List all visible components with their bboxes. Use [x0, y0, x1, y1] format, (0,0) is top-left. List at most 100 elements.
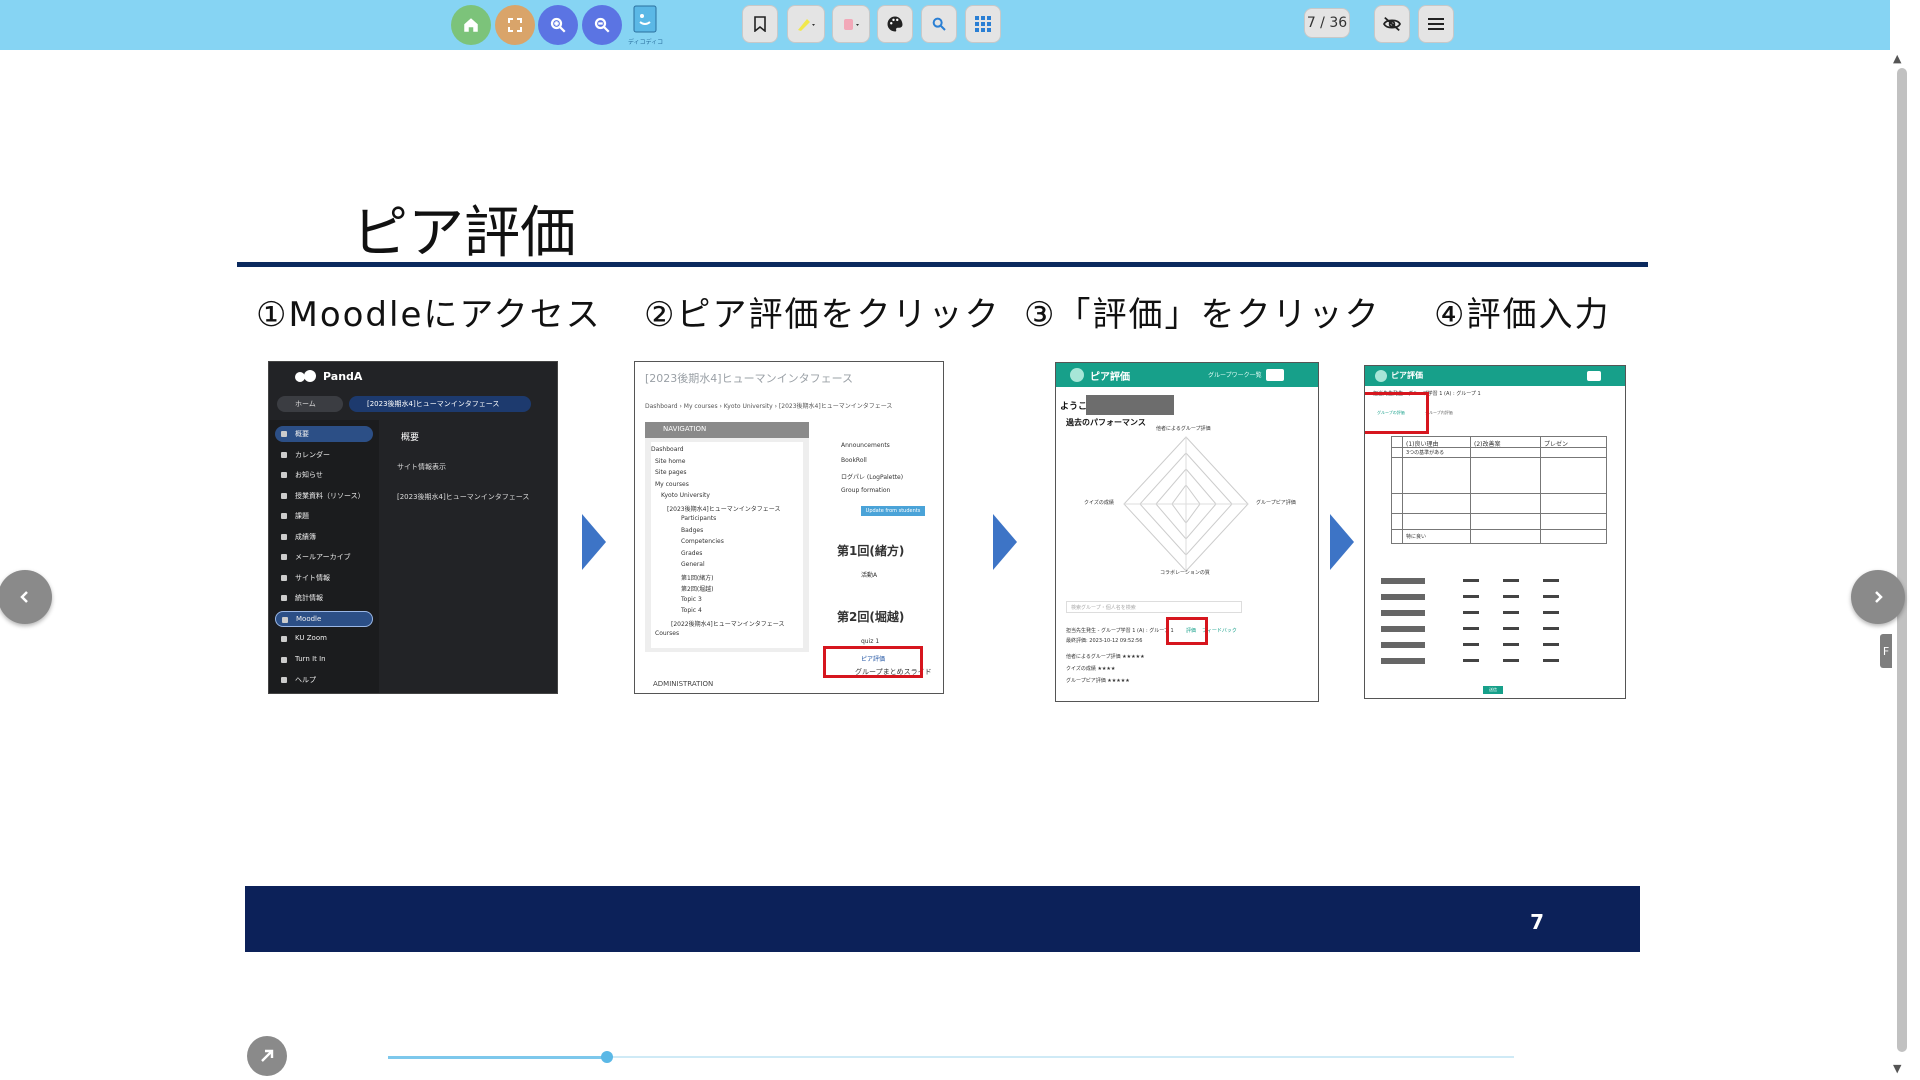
redacted-name [1381, 642, 1425, 648]
panda-menu-label: ヘルプ [295, 676, 316, 684]
next-slide-button[interactable] [1851, 570, 1905, 624]
highlight-box [1365, 392, 1429, 434]
palette-icon [887, 16, 903, 32]
lang-en-button[interactable] [1587, 371, 1601, 381]
side-panel-tab[interactable]: F [1880, 634, 1892, 668]
nav-tree-item[interactable]: Site pages [655, 469, 687, 476]
menu-icon [281, 533, 287, 540]
nav-tree-item[interactable]: Topic 3 [681, 596, 702, 603]
menu-icon [281, 574, 287, 581]
panda-menu-item[interactable]: メールアーカイブ [275, 549, 373, 565]
title-divider [237, 262, 1648, 267]
radar-axis-label: コラボレーションの質 [1160, 570, 1210, 576]
entry-date: 最終評価: 2023-10-12 09:52:56 [1066, 638, 1143, 644]
panda-menu-item[interactable]: カレンダー [275, 447, 373, 463]
submit-button[interactable]: 送信 [1483, 686, 1503, 694]
fullscreen-button[interactable] [495, 5, 535, 45]
slide-progress-knob[interactable] [600, 1051, 613, 1063]
section-2-item[interactable]: quiz 1 [861, 638, 879, 645]
panda-menu-item[interactable]: 授業資料（リソース） [275, 488, 373, 504]
activity-link[interactable]: ログパレ (LogPalette) [841, 472, 903, 481]
panda-menu-item[interactable]: サイト情報 [275, 570, 373, 586]
nav-tree-item[interactable]: General [681, 561, 705, 568]
menu-icon [281, 513, 287, 519]
rating-stars [1503, 611, 1519, 614]
rubric-table: (1)良い理由 (2)改善案 プレゼン 3つの基準がある 特に良い [1391, 436, 1607, 544]
highlighter-button[interactable] [787, 5, 825, 43]
evaluation-input-screenshot: ピア評価 担当先生発生 - グループ学習 1 (A) : グループ 1 グループ… [1364, 365, 1626, 699]
step-4-label: ④評価入力 [1434, 295, 1611, 335]
section-1-item[interactable]: 活動A [861, 570, 877, 579]
page-indicator: 7 / 36 [1304, 8, 1350, 38]
panda-menu-item[interactable]: Moodle [275, 610, 373, 627]
app-logo[interactable]: ディコディコ [628, 4, 666, 46]
search-icon [932, 17, 946, 31]
nav-tree-item[interactable]: Participants [681, 515, 716, 522]
rating-stars [1503, 643, 1519, 646]
grade-list [1373, 576, 1619, 676]
nav-tree-item[interactable]: Badges [681, 527, 703, 534]
bookmark-button[interactable] [742, 5, 778, 43]
previous-slide-button[interactable] [0, 570, 52, 624]
zoom-out-button[interactable] [582, 5, 622, 45]
activity-link[interactable]: Group formation [841, 487, 890, 494]
panda-menu-label: KU Zoom [295, 634, 327, 642]
panda-menu-item[interactable]: KU Zoom [275, 631, 373, 647]
panda-menu-item[interactable]: Turn It In [275, 652, 373, 668]
nav-tree-item[interactable]: Topic 4 [681, 607, 702, 614]
marker-button[interactable] [832, 5, 870, 43]
expand-button[interactable] [247, 1036, 287, 1076]
slide-title: ピア評価 [352, 201, 576, 266]
rating-stars [1463, 627, 1479, 630]
nav-tree-item[interactable]: Courses [655, 630, 679, 637]
nav-tree-item[interactable]: Kyoto University [661, 492, 710, 499]
panda-menu-item[interactable]: お知らせ [275, 467, 373, 483]
nav-tree-item[interactable]: Site home [655, 458, 685, 465]
nav-tree-item[interactable]: Competencies [681, 538, 724, 545]
chevron-left-icon [20, 591, 28, 603]
panda-menu-label: 統計情報 [295, 594, 323, 602]
update-from-students-button[interactable]: Update from students [861, 506, 925, 516]
nav-tree-item[interactable]: My courses [655, 481, 689, 488]
panda-menu-item[interactable]: 成績簿 [275, 529, 373, 545]
grade-row [1373, 656, 1619, 666]
menu-icon [281, 677, 287, 683]
scroll-thumb[interactable] [1897, 68, 1907, 1052]
panda-menu-item[interactable]: 課題 [275, 508, 373, 524]
nav-tree-item[interactable]: Dashboard [651, 446, 684, 453]
search-field[interactable]: 検索グループ・個人名を検索 [1066, 601, 1242, 613]
book-logo-icon [633, 5, 657, 33]
nav-tree-item[interactable]: [2022後期水4]ヒューマンインタフェース [671, 619, 784, 628]
zoom-in-button[interactable] [538, 5, 578, 45]
vertical-scrollbar[interactable]: ▲ ▼ [1890, 0, 1920, 1080]
flow-arrow [582, 514, 606, 570]
scroll-up-icon[interactable]: ▲ [1893, 52, 1901, 65]
panda-menu-item[interactable]: 統計情報 [275, 590, 373, 606]
nav-tree-item[interactable]: Grades [681, 550, 702, 557]
menu-button[interactable] [1418, 5, 1454, 43]
panda-menu-label: 成績簿 [295, 532, 316, 541]
rating-stars [1463, 659, 1479, 662]
rating-stars [1463, 579, 1479, 582]
slide-page-number: 7 [1530, 910, 1544, 934]
grid-button[interactable] [965, 5, 1001, 43]
tab-member-eval[interactable]: グループ内評価 [1425, 410, 1453, 416]
highlight-box [1166, 617, 1208, 645]
nav-tree-item[interactable]: 第1回(緒方) [681, 573, 714, 582]
hide-button[interactable] [1374, 5, 1410, 43]
scroll-down-icon[interactable]: ▼ [1893, 1062, 1901, 1075]
menu-icon [281, 451, 287, 458]
activity-link[interactable]: Announcements [841, 442, 890, 449]
lang-en-button[interactable] [1266, 369, 1284, 381]
panda-menu-item[interactable]: ヘルプ [275, 672, 373, 688]
home-chip: ホーム [277, 396, 343, 412]
search-button[interactable] [921, 5, 957, 43]
panda-menu-label: カレンダー [295, 450, 330, 459]
navigation-block: NAVIGATION Dashboard Site home Site pages M… [645, 422, 809, 652]
home-button[interactable] [451, 5, 491, 45]
nav-tree-item[interactable]: 第2回(堀越) [681, 584, 714, 593]
palette-button[interactable] [877, 5, 913, 43]
activity-link[interactable]: BookRoll [841, 457, 867, 464]
nav-tree-item[interactable]: [2023後期水4]ヒューマンインタフェース [667, 504, 780, 513]
panda-menu-item[interactable]: 概要 [275, 426, 373, 442]
